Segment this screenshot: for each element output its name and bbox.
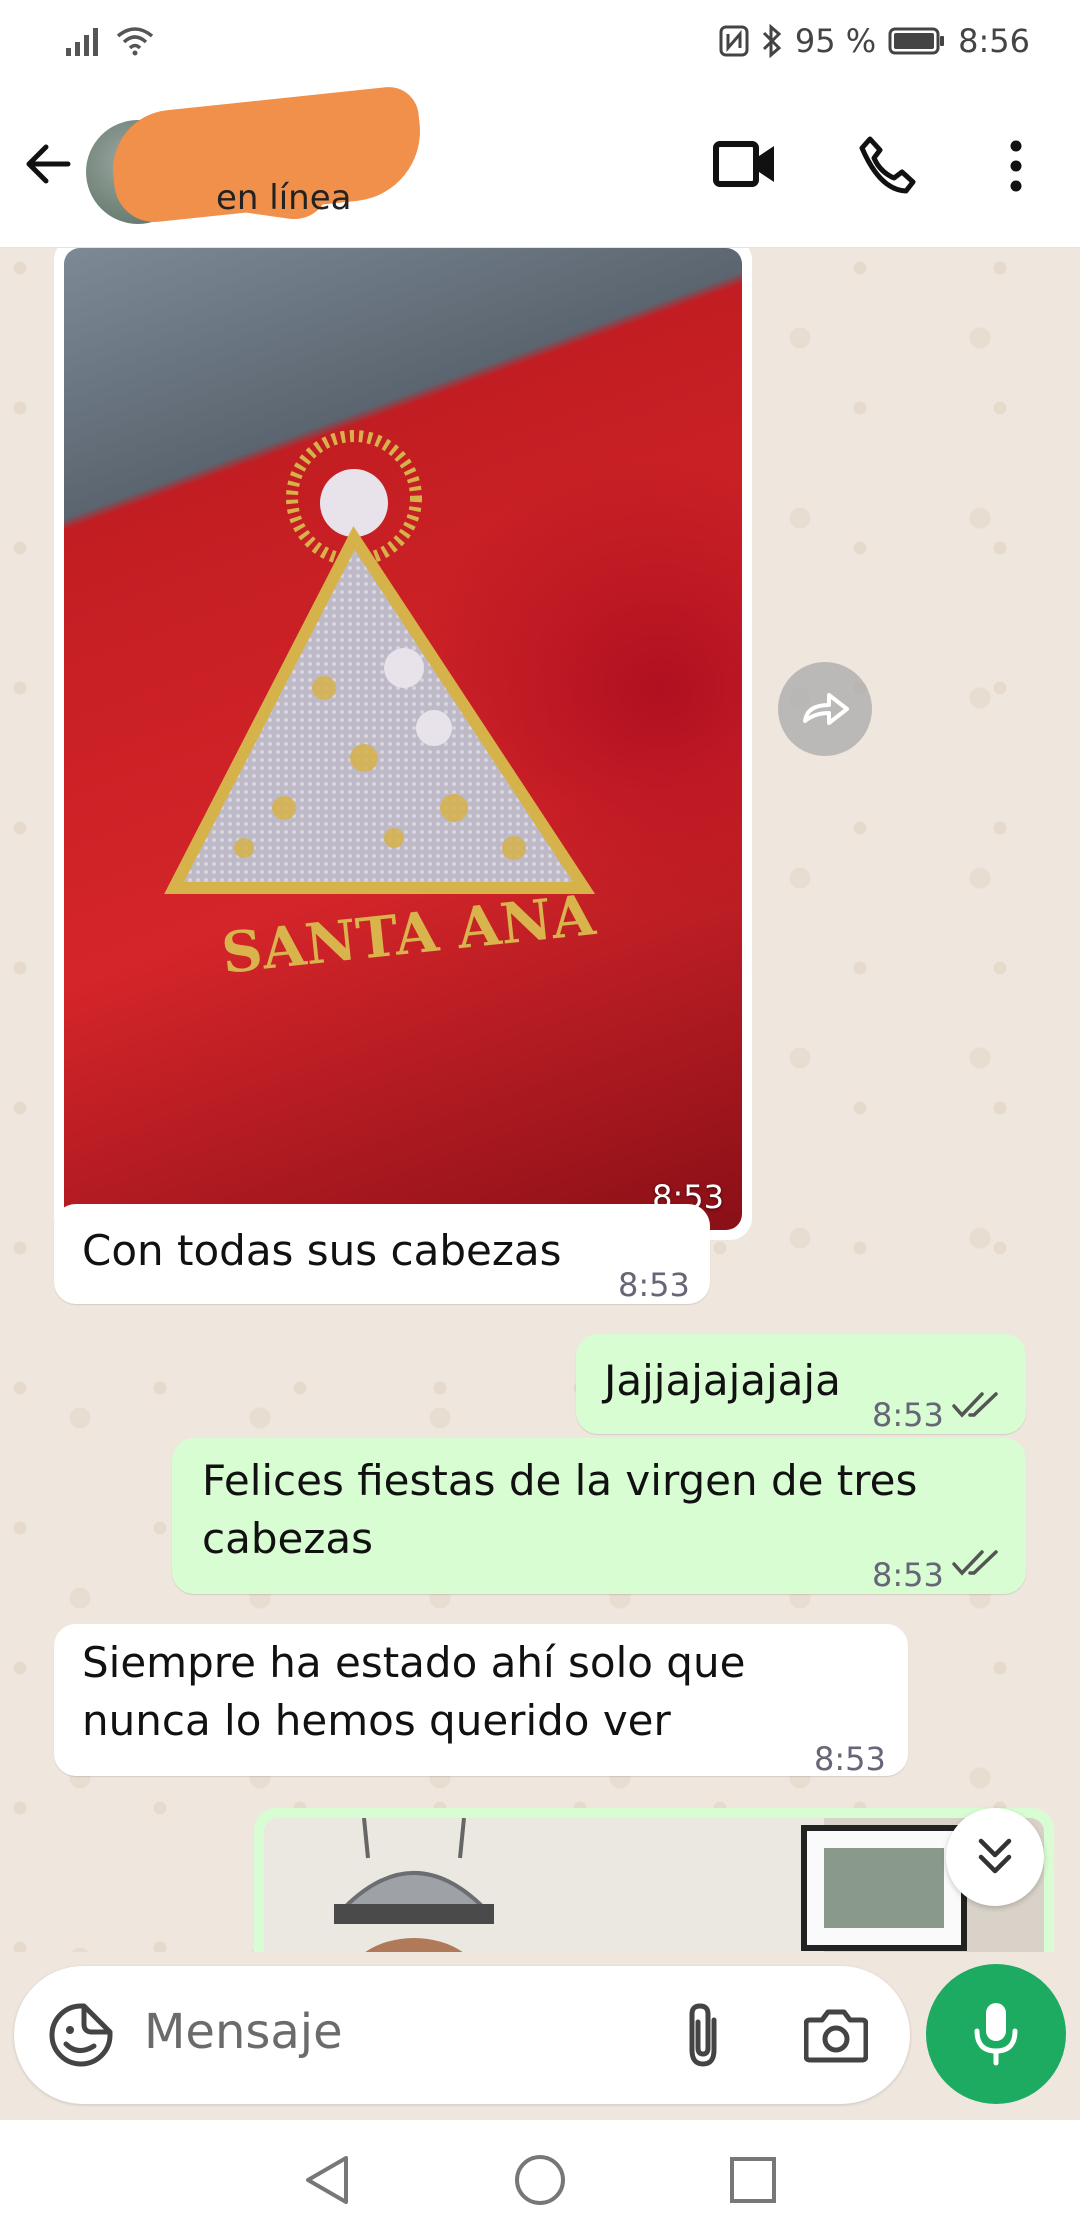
message-input[interactable]: Mensaje (144, 2004, 343, 2060)
forward-button[interactable] (778, 662, 872, 756)
nfc-icon (719, 25, 749, 57)
incoming-message[interactable]: Con todas sus cabezas 8:53 (54, 1204, 710, 1304)
message-time: 8:53 (618, 1266, 690, 1304)
outgoing-message[interactable]: Jajjajajajaja 8:53 (576, 1334, 1026, 1434)
message-text-line2: nunca lo hemos querido ver (82, 1696, 671, 1745)
wifi-icon (116, 27, 154, 56)
message-text-line1: Siempre ha estado ahí solo que (82, 1638, 746, 1687)
photo-preview-graphic (264, 1818, 1044, 1952)
status-left (66, 26, 154, 56)
message-input-bar[interactable]: Mensaje (14, 1966, 910, 2104)
message-time: 8:53 (814, 1740, 886, 1778)
status-time: 8:56 (958, 22, 1030, 60)
sticker-icon[interactable] (48, 2002, 114, 2068)
status-bar: 95 % 8:56 (0, 0, 1080, 82)
incoming-message[interactable]: Siempre ha estado ahí solo que nunca lo … (54, 1624, 908, 1778)
message-time: 8:53 (872, 1556, 944, 1594)
more-vert-icon[interactable] (996, 136, 1036, 196)
contact-status: en línea (216, 178, 352, 218)
battery-icon (888, 27, 945, 55)
chat-header: en línea (0, 82, 1080, 248)
embroidery-text: SANTA ANA (219, 882, 600, 987)
nav-recents-icon[interactable] (728, 2155, 778, 2205)
scroll-down-icon (978, 1838, 1012, 1874)
mic-button[interactable] (926, 1964, 1066, 2104)
image-message[interactable]: SANTA ANA 8:53 (54, 248, 752, 1240)
video-call-icon[interactable] (712, 134, 778, 196)
system-nav-bar (0, 2120, 1080, 2240)
nav-back-icon[interactable] (302, 2152, 352, 2208)
read-receipt-icon (952, 1392, 998, 1418)
message-text-line2: cabezas (202, 1514, 373, 1563)
embroidery-graphic: SANTA ANA (164, 430, 600, 987)
message-photo[interactable]: SANTA ANA 8:53 (64, 248, 742, 1230)
bluetooth-icon (762, 24, 782, 58)
battery-percent: 95 % (794, 22, 877, 60)
read-receipt-icon (952, 1550, 998, 1576)
attach-icon[interactable] (680, 2000, 726, 2070)
message-time: 8:53 (872, 1396, 944, 1434)
message-text: Jajjajajajaja (604, 1356, 841, 1405)
phone-icon[interactable] (856, 134, 918, 196)
signal-icon (66, 28, 98, 56)
outgoing-message[interactable]: Felices fiestas de la virgen de tres cab… (172, 1438, 1026, 1594)
mic-icon (974, 2003, 1018, 2066)
message-text-line1: Felices fiestas de la virgen de tres (202, 1456, 918, 1505)
message-text: Con todas sus cabezas (82, 1226, 562, 1275)
scroll-to-bottom-button[interactable] (946, 1808, 1044, 1906)
nav-home-icon[interactable] (512, 2152, 568, 2208)
camera-icon[interactable] (804, 2006, 868, 2064)
message-photo[interactable] (264, 1818, 1044, 1952)
outgoing-image-message[interactable] (254, 1808, 1054, 1952)
forward-icon (803, 693, 849, 725)
status-right: 95 % 8:56 (719, 22, 1030, 60)
chat-area[interactable]: SANTA ANA 8:53 Con todas sus cabezas 8:5… (0, 248, 1080, 1952)
back-arrow-icon[interactable] (20, 134, 80, 194)
